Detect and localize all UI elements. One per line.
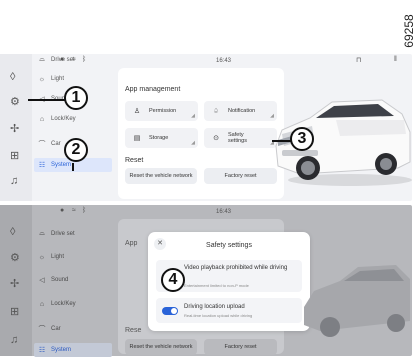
settings-screen: ◊ ⚙ ✢ ⊞ ♫ ● ≈ ᛒ 16:43 ⊓ ‖ ⌓ Drive set ☼ Li… (0, 54, 412, 201)
menu-item-drive-set[interactable]: ⌓ Drive set (34, 53, 112, 67)
safety-settings-tile[interactable]: ⊙ Safety settings ◢ (204, 128, 277, 148)
settings-icon[interactable]: ⚙ (10, 97, 20, 108)
menu-item-drive-set[interactable]: ⌓ Drive set (34, 227, 112, 241)
factory-reset-button[interactable]: Factory reset (204, 339, 277, 355)
figure-code: 69258 (402, 14, 416, 48)
menu-item-sound[interactable]: ◁Sound (34, 273, 112, 287)
video-playback-label: Video playback prohibited while driving (184, 265, 288, 271)
app-management-title: App (125, 240, 138, 247)
app-management-card: App management ♙ Permission ◢ ♤ Notificatio… (118, 68, 284, 199)
menu-item-lock-key[interactable]: ⌂ Lock/Key (34, 112, 112, 126)
app-management-title: App management (125, 86, 181, 93)
bell-icon: ♤ (212, 108, 220, 115)
car-side-icon: ⌒ (38, 141, 46, 148)
apps-icon[interactable]: ⊞ (10, 151, 19, 162)
callout-3: 3 (290, 127, 314, 151)
reset-title: Reset (125, 157, 144, 164)
menu-item-system[interactable]: ☷ System (34, 343, 112, 357)
storage-tile[interactable]: ▤ Storage ◢ (125, 128, 198, 148)
permission-tile[interactable]: ♙ Permission ◢ (125, 101, 198, 121)
fan-icon[interactable]: ✢ (10, 124, 19, 135)
settings-menu: ⌓Drive set ☼Light ◁Sound ⌂Lock/Key ⌒Car … (34, 205, 114, 357)
reset-network-button[interactable]: Reset the vehicle network (125, 168, 197, 184)
video-playback-subtitle: Entertainment limited to non-P mode (184, 283, 249, 288)
callout-2: 2 (64, 138, 88, 162)
clock: 16:43 (216, 58, 232, 64)
menu-item-light[interactable]: ☼ Light (34, 72, 112, 86)
light-icon: ☼ (38, 253, 46, 261)
callout-4: 4 (161, 268, 185, 292)
left-rail: ◊ ⚙ ✢ ⊞ ♫ (0, 205, 32, 356)
system-icon: ☷ (38, 162, 46, 169)
chevron-icon: ◢ (191, 140, 195, 146)
location-upload-label: Driving location upload (184, 304, 245, 310)
fan-icon[interactable]: ✢ (10, 279, 19, 290)
menu-item-lock-key[interactable]: ⌂ Lock/Key (34, 297, 112, 311)
settings-menu: ⌓Drive set ☼Light ◁Sound ⌂Lock/Key ⌒Car … (34, 54, 114, 201)
music-icon[interactable]: ♫ (10, 335, 18, 346)
light-icon: ☼ (38, 75, 46, 83)
car-image (304, 265, 410, 337)
person-icon: ♙ (133, 108, 141, 115)
system-icon: ☷ (38, 347, 46, 354)
location-upload-subtitle: Real-time location upload while driving (184, 313, 253, 318)
clock: 16:43 (216, 209, 232, 215)
location-upload-toggle[interactable] (162, 307, 178, 315)
home-icon[interactable]: ◊ (10, 227, 15, 238)
shield-icon: ⊙ (213, 135, 219, 142)
car-icon: ⌓ (39, 230, 45, 237)
music-icon[interactable]: ♫ (10, 176, 18, 187)
callout-3-leader (272, 140, 292, 142)
lock-icon: ⌂ (39, 300, 45, 308)
lock-icon: ⌂ (39, 115, 45, 123)
dialog-title: Safety settings (206, 242, 252, 249)
location-upload-setting: Driving location upload Real-time locati… (156, 298, 302, 323)
callout-1: 1 (64, 86, 88, 110)
menu-item-car[interactable]: ⌒ Car (34, 322, 112, 336)
reset-title: Rese (125, 327, 142, 334)
chevron-icon: ◢ (191, 113, 195, 119)
settings-screen-dimmed: ◊ ⚙ ✢ ⊞ ♫ ● ≈ ᛒ 16:43 ⌓ Drive set ☼ Light … (0, 205, 412, 357)
menu-item-light[interactable]: ☼ Light (34, 250, 112, 264)
car-icon: ⌓ (39, 56, 45, 63)
callout-1-leader (28, 99, 66, 101)
reset-network-button[interactable]: Reset the vehicle network (125, 339, 197, 355)
apps-icon[interactable]: ⊞ (10, 307, 19, 318)
settings-icon[interactable]: ⚙ (10, 253, 20, 264)
home-icon[interactable]: ◊ (10, 72, 15, 83)
notification-icon: ‖ (394, 56, 397, 63)
sound-icon: ◁ (39, 277, 45, 284)
car-side-icon: ⌒ (38, 326, 46, 333)
factory-reset-button[interactable]: Factory reset (204, 168, 277, 184)
storage-icon: ▤ (133, 135, 141, 142)
left-rail: ◊ ⚙ ✢ ⊞ ♫ (0, 54, 32, 201)
notification-tile[interactable]: ♤ Notification ◢ (204, 101, 277, 121)
callout-2-leader (72, 163, 74, 171)
lock-icon: ⊓ (356, 57, 362, 64)
